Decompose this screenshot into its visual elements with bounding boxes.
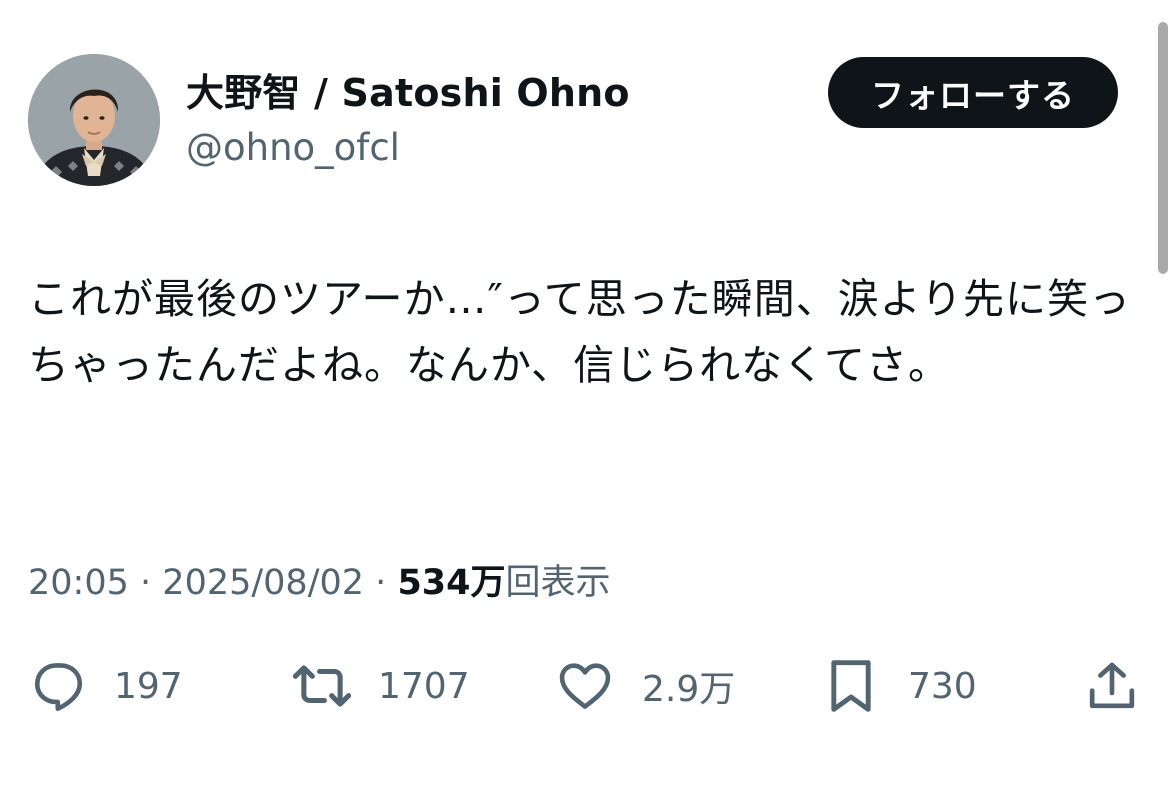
- reply-button[interactable]: 197: [30, 656, 183, 716]
- avatar-image: [28, 54, 160, 186]
- like-button[interactable]: 2.9万: [556, 656, 735, 716]
- retweet-arrows-icon: [290, 657, 354, 715]
- bookmark-count: 730: [908, 665, 977, 707]
- retweet-button[interactable]: 1707: [290, 656, 470, 716]
- views-label: 回表示: [505, 563, 611, 603]
- avatar[interactable]: [28, 54, 160, 186]
- share-button[interactable]: [1084, 656, 1140, 716]
- like-count: 2.9万: [642, 669, 736, 710]
- bookmark-button[interactable]: 730: [824, 656, 977, 716]
- display-name[interactable]: 大野智 / Satoshi Ohno: [186, 70, 630, 116]
- meta-separator: ·: [140, 563, 152, 603]
- meta-separator-2: ·: [375, 563, 387, 603]
- reply-count: 197: [114, 665, 183, 707]
- share-upload-icon: [1084, 657, 1140, 715]
- heart-icon: [556, 657, 614, 715]
- tweet-text: これが最後のツアーか…″って思った瞬間、涙より先に笑っちゃったんだよね。なんか、…: [28, 275, 1131, 389]
- views-count: 534万: [397, 563, 506, 603]
- reply-bubble-icon: [30, 657, 88, 715]
- retweet-count: 1707: [378, 665, 470, 707]
- follow-button[interactable]: フォローする: [828, 57, 1118, 128]
- scrollbar[interactable]: [1158, 22, 1168, 274]
- bookmark-icon: [824, 656, 878, 716]
- tweet-date[interactable]: 2025/08/02: [162, 563, 364, 603]
- tweet-meta: 20:05 · 2025/08/02 · 534万回表示: [28, 560, 611, 606]
- user-handle[interactable]: @ohno_ofcl: [186, 126, 400, 170]
- tweet-time[interactable]: 20:05: [28, 563, 129, 603]
